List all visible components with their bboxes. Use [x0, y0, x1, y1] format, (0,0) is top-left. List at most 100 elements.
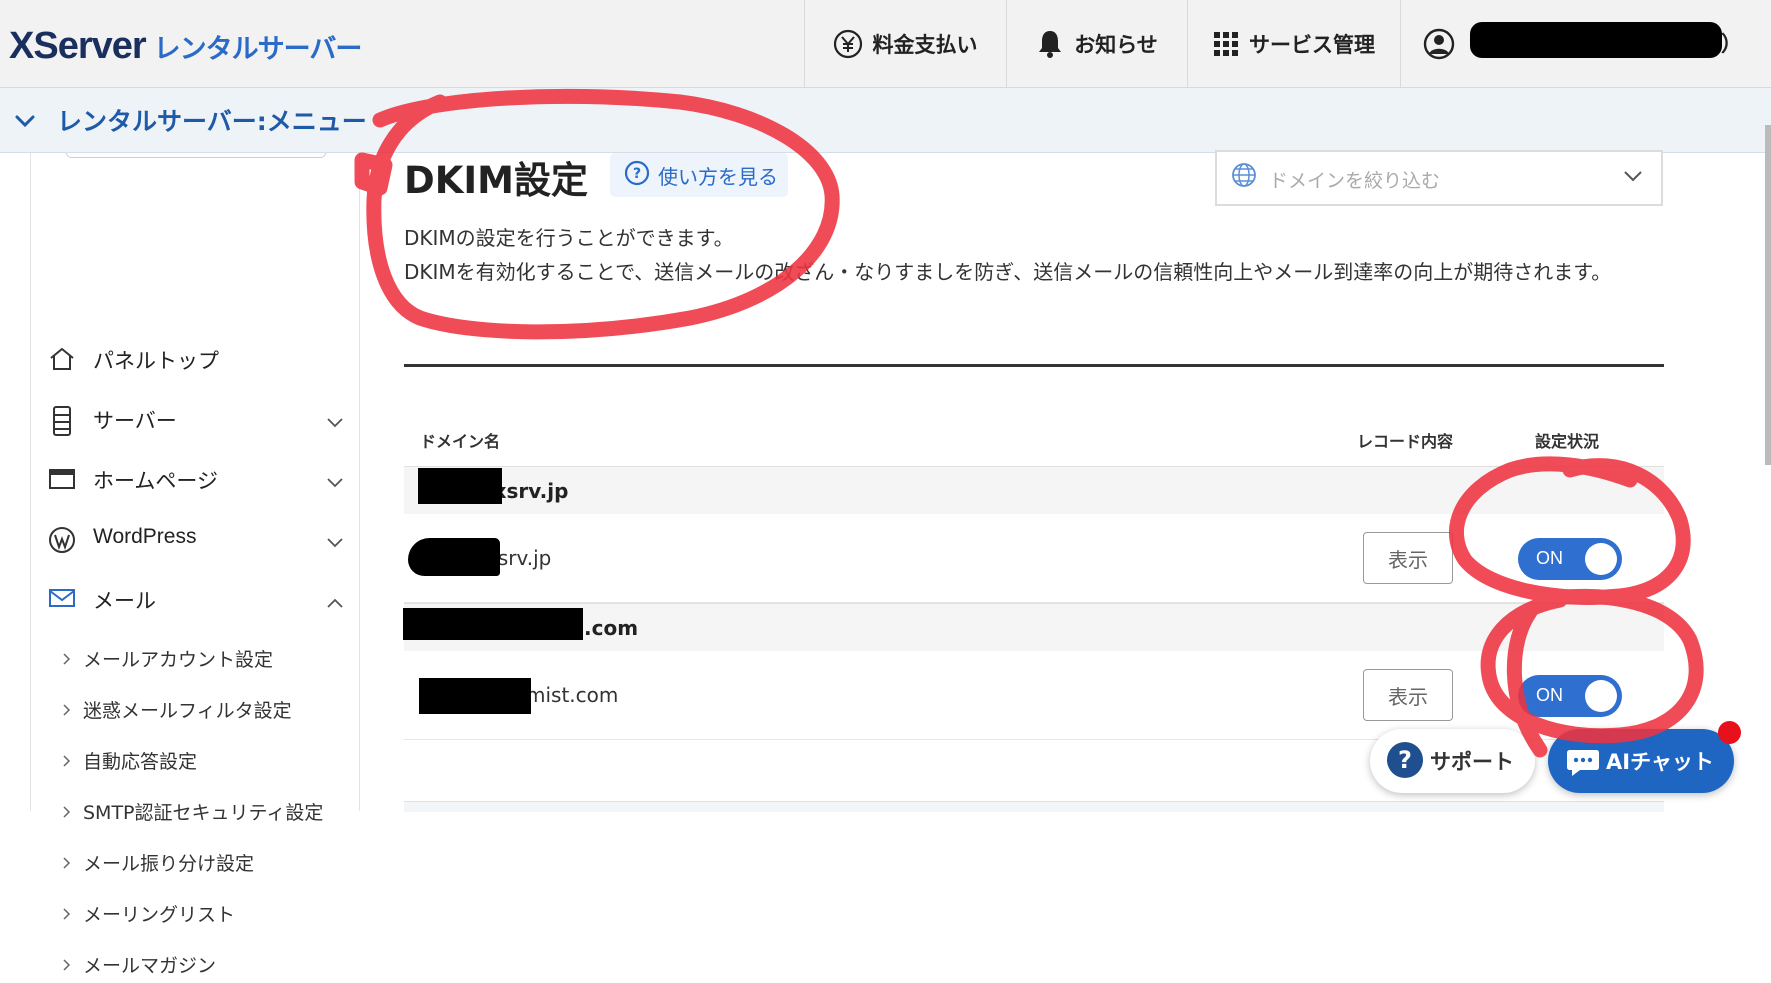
redaction-domain-1-row [408, 538, 500, 576]
chevron-up-icon [326, 590, 344, 614]
page-scrollbar[interactable] [1765, 125, 1771, 465]
domain-group-header: .xsrv.jp [404, 466, 1664, 515]
sidebar-item-wordpress[interactable]: WordPress [31, 516, 359, 560]
col-header-status: 設定状況 [1535, 432, 1600, 451]
toggle-knob [1585, 543, 1617, 575]
annotation-scribble-title-left [354, 152, 393, 196]
user-icon [1423, 28, 1455, 60]
description-line-1: DKIMの設定を行うことができます。 [404, 226, 734, 250]
menu-title: レンタルサーバー:メニュー [57, 107, 367, 136]
logo-main: XServer [9, 24, 147, 67]
dkim-toggle[interactable]: ON [1518, 538, 1622, 580]
sidebar-sub-label: メールアカウント設定 [83, 649, 274, 671]
chevron-down-icon[interactable] [12, 108, 38, 138]
support-label: サポート [1430, 750, 1514, 774]
ai-chat-button[interactable]: AIチャット [1548, 729, 1734, 793]
sidebar-item-label: ホームページ [93, 469, 218, 493]
wordpress-icon [48, 526, 76, 553]
sidebar-item-panel-top[interactable]: パネルトップ [31, 336, 359, 380]
table-row: mist.com 表示 ON [404, 651, 1664, 740]
sidebar-top-edge [66, 153, 326, 158]
chevron-right-icon [62, 700, 72, 722]
chat-bubble-icon [1566, 747, 1600, 781]
sidebar-sub-label: メーリングリスト [83, 904, 236, 926]
sidebar-sub-auto-reply[interactable]: 自動応答設定 [31, 739, 359, 779]
toggle-label: ON [1536, 548, 1563, 568]
domain-group-name: .com [584, 616, 639, 640]
grid-icon [1213, 31, 1239, 57]
chevron-down-icon [1623, 166, 1643, 188]
yen-icon [833, 29, 863, 59]
sidebar-sub-label: 迷惑メールフィルタ設定 [83, 700, 292, 722]
domain-filter-placeholder: ドメインを絞り込む [1269, 170, 1441, 192]
domain-filter-select[interactable]: ドメインを絞り込む [1215, 150, 1663, 206]
nav-payment-label: 料金支払い [872, 32, 978, 57]
server-icon [48, 406, 76, 436]
chevron-right-icon [62, 853, 72, 875]
page-title: DKIM設定 [404, 159, 588, 202]
logo-sub: レンタルサーバー [153, 33, 363, 65]
nav-notices[interactable]: お知らせ [1006, 0, 1187, 87]
chevron-down-icon [326, 410, 344, 434]
chevron-right-icon [62, 955, 72, 977]
chevron-right-icon [62, 751, 72, 773]
bell-icon [1036, 29, 1064, 59]
chevron-down-icon [326, 470, 344, 494]
sidebar-item-label: パネルトップ [93, 349, 219, 373]
sidebar-item-label: WordPress [93, 525, 197, 548]
menu-bar[interactable]: レンタルサーバー:メニュー [0, 88, 1771, 153]
sidebar-sub-mail-magazine[interactable]: メールマガジン [31, 943, 359, 983]
dkim-toggle[interactable]: ON [1518, 675, 1622, 717]
redaction-domain-2 [403, 608, 583, 640]
sidebar-item-homepage[interactable]: ホームページ [31, 456, 359, 500]
col-header-record: レコード内容 [1357, 432, 1454, 451]
chevron-right-icon [62, 802, 72, 824]
sidebar-sub-mailing-list[interactable]: メーリングリスト [31, 892, 359, 932]
show-record-button[interactable]: 表示 [1363, 532, 1453, 584]
nav-service[interactable]: サービス管理 [1187, 0, 1400, 87]
sidebar-item-label: メール [93, 589, 156, 613]
sidebar-item-mail[interactable]: メール [31, 576, 359, 620]
sidebar-sub-spam-filter[interactable]: 迷惑メールフィルタ設定 [31, 688, 359, 728]
notification-badge [1718, 721, 1741, 744]
chevron-right-icon [62, 649, 72, 671]
toggle-knob [1585, 680, 1617, 712]
help-icon: ? [1386, 741, 1424, 783]
help-link[interactable]: ? 使い方を見る [610, 153, 788, 197]
support-button[interactable]: ? サポート [1370, 729, 1535, 793]
sidebar-sub-smtp-auth[interactable]: SMTP認証セキュリティ設定 [31, 790, 359, 830]
help-icon: ? [624, 160, 650, 191]
show-record-button[interactable]: 表示 [1363, 669, 1453, 721]
mail-icon [48, 586, 76, 612]
window-icon [48, 466, 76, 492]
sidebar-sub-label: SMTP認証セキュリティ設定 [83, 802, 324, 824]
sidebar-sub-mail-sorting[interactable]: メール振り分け設定 [31, 841, 359, 881]
table-row: xsrv.jp 表示 ON [404, 514, 1664, 603]
description-line-2: DKIMを有効化することで、送信メールの改ざん・なりすましを防ぎ、送信メールの信… [404, 260, 1612, 284]
section-divider [404, 364, 1664, 367]
nav-notices-label: お知らせ [1074, 32, 1158, 57]
domain-group-header: .com [404, 603, 1664, 652]
redaction-domain-1 [418, 468, 502, 504]
domain-name: mist.com [526, 683, 619, 707]
toggle-label: ON [1536, 685, 1563, 705]
globe-icon [1231, 162, 1257, 193]
sidebar-sub-label: 自動応答設定 [83, 751, 198, 773]
sidebar-item-server[interactable]: サーバー [31, 396, 359, 440]
help-link-label: 使い方を見る [658, 164, 778, 189]
col-header-domain: ドメイン名 [420, 432, 501, 451]
ai-chat-label: AIチャット [1606, 750, 1714, 774]
sidebar-sub-label: メールマガジン [83, 955, 217, 977]
sidebar: パネルトップ サーバー ホームページ WordPress メール メールアカウン… [30, 153, 360, 977]
chevron-down-icon [326, 530, 344, 554]
next-section-edge [404, 801, 1664, 812]
sidebar-item-label: サーバー [93, 409, 177, 433]
chevron-right-icon [62, 904, 72, 926]
redaction-user-name [1470, 22, 1722, 58]
xserver-logo[interactable]: XServer レンタルサーバー [9, 24, 363, 67]
redaction-domain-2-row [419, 678, 531, 714]
sidebar-sub-label: メール振り分け設定 [83, 853, 255, 875]
nav-payment[interactable]: 料金支払い [804, 0, 1005, 87]
svg-text:?: ? [633, 166, 641, 182]
sidebar-sub-mail-account[interactable]: メールアカウント設定 [31, 637, 359, 677]
